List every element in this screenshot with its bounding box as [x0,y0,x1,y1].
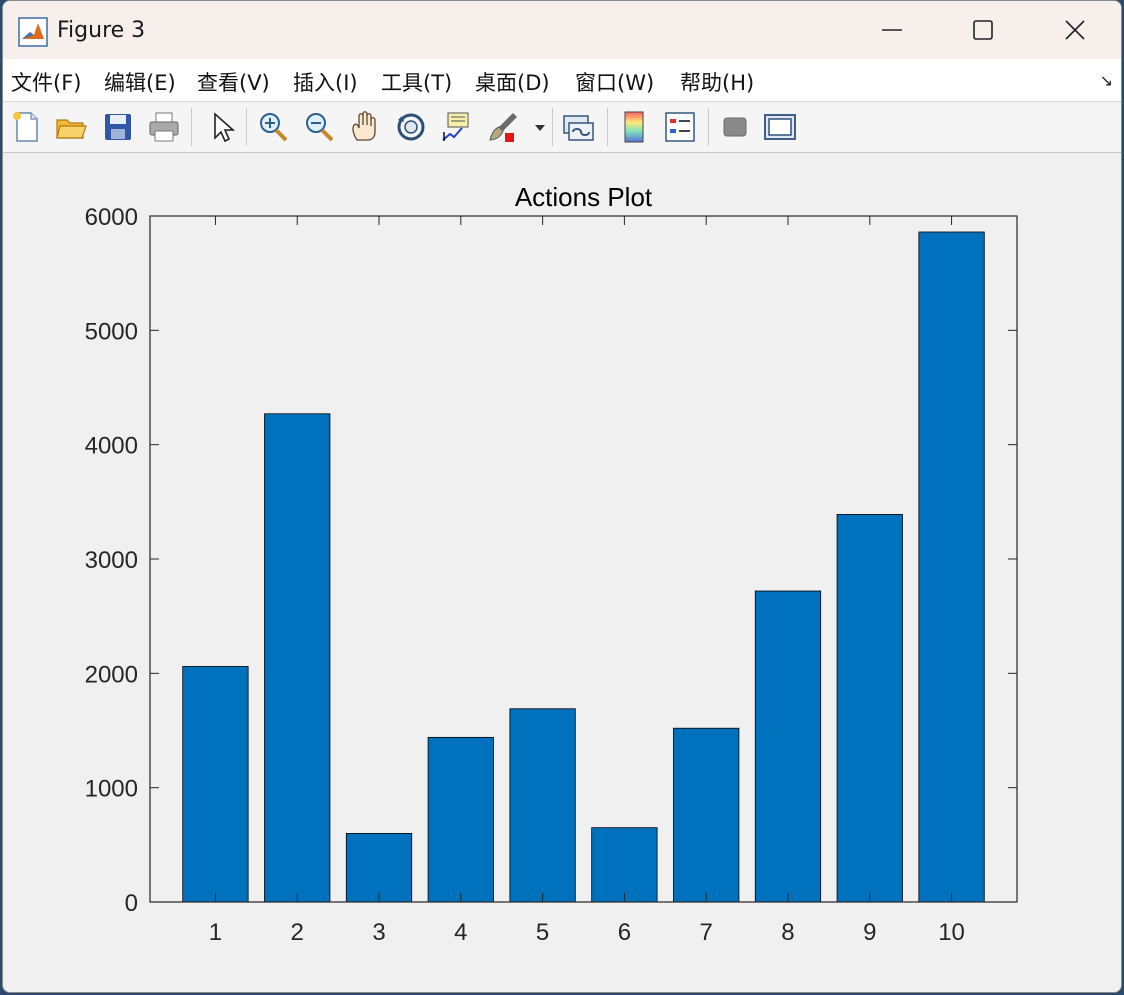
colorbar-icon[interactable] [617,110,651,144]
matlab-logo-icon [18,17,48,47]
brush-dropdown-icon[interactable] [534,122,546,134]
pan-hand-icon[interactable] [348,110,382,144]
show-plot-tools-icon[interactable] [763,110,797,144]
new-figure-icon[interactable] [9,110,43,144]
menu-edit[interactable]: 编辑(E) [104,67,176,97]
x-tick-label: 3 [372,919,385,946]
minimize-icon [882,29,902,31]
bar-chart: 0 1000 2000 3000 4000 5000 6000 1 2 3 4 5 6 7 8 9 10 Act… [85,182,1018,946]
bar-4 [427,736,494,903]
menu-help[interactable]: 帮助(H) [680,67,754,97]
menu-bar: 文件(F) 编辑(E) 查看(V) 插入(I) 工具(T) 桌面(D) 窗口(W… [3,59,1121,102]
x-tick-label: 9 [863,919,876,946]
x-tick-label: 4 [454,919,467,946]
y-tick-label: 6000 [85,204,138,231]
hide-plot-tools-icon[interactable] [718,110,752,144]
x-tick-label: 5 [536,919,549,946]
maximize-button[interactable] [948,9,1018,51]
zoom-in-icon[interactable] [256,110,290,144]
save-icon[interactable] [101,110,135,144]
chart-title: Actions Plot [515,182,653,212]
legend-icon[interactable] [663,110,697,144]
toolbar-separator [552,108,553,146]
print-icon[interactable] [147,110,181,144]
x-tick-label: 6 [618,919,631,946]
menu-tools[interactable]: 工具(T) [381,67,452,97]
x-tick-label: 1 [209,919,222,946]
y-tick-label: 0 [125,890,138,917]
bar-9 [836,514,903,903]
x-tick-label: 7 [700,919,713,946]
minimize-button[interactable] [857,9,927,51]
bar-3 [345,833,413,903]
menu-window[interactable]: 窗口(W) [575,67,654,97]
menu-file[interactable]: 文件(F) [11,67,81,97]
toolbar-separator [708,108,709,146]
toolbar-separator [191,108,192,146]
bar-10 [918,231,985,903]
y-tick-label: 5000 [85,318,138,345]
bars-group [182,231,985,903]
window-title: Figure 3 [57,18,146,43]
maximize-icon [973,20,993,40]
menu-insert[interactable]: 插入(I) [293,67,358,97]
close-icon [1065,20,1085,40]
x-tick-label: 2 [291,919,304,946]
menu-desktop[interactable]: 桌面(D) [475,67,550,97]
bar-7 [673,727,740,903]
zoom-out-icon[interactable] [302,110,336,144]
y-tick-label: 2000 [85,661,138,688]
x-tick-label: 10 [938,919,965,946]
bar-6 [591,827,658,903]
x-tick-label: 8 [781,919,794,946]
figure-canvas: 0 1000 2000 3000 4000 5000 6000 1 2 3 4 5 6 7 8 9 10 Act… [3,153,1121,992]
close-button[interactable] [1040,9,1110,51]
bar-5 [509,708,576,903]
figure-toolbar [3,102,1121,153]
rotate-3d-icon[interactable] [394,110,428,144]
dock-arrow-icon[interactable]: ↘ [1100,71,1113,91]
toolbar-separator [607,108,608,146]
y-tick-label: 3000 [85,547,138,574]
bar-2 [264,413,331,903]
figure-window: Figure 3 文件(F) 编辑(E) 查看(V) 插入(I) 工具(T) 桌… [2,0,1122,993]
data-cursor-icon[interactable] [440,110,474,144]
link-plot-icon[interactable] [561,110,595,144]
pointer-icon[interactable] [205,110,239,144]
y-tick-label: 4000 [85,433,138,460]
bar-1 [182,666,249,903]
open-icon[interactable] [54,110,88,144]
y-tick-label: 1000 [85,776,138,803]
toolbar-separator [246,108,247,146]
title-bar[interactable]: Figure 3 [3,1,1121,59]
menu-view[interactable]: 查看(V) [197,67,270,97]
brush-icon[interactable] [487,110,521,144]
bar-8 [754,590,822,903]
